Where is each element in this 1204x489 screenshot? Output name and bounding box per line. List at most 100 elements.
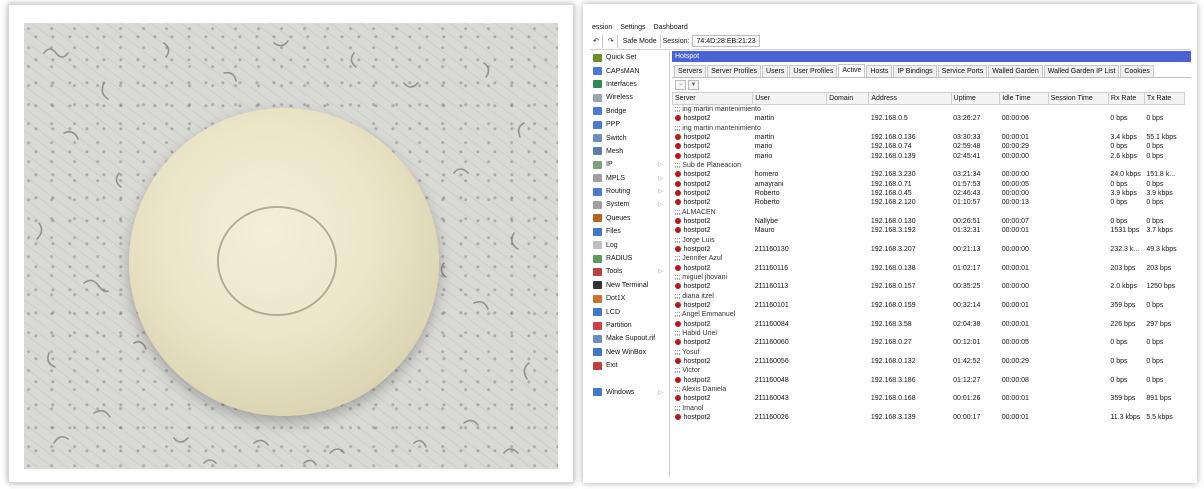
- cell-tx: 0 bps: [1146, 217, 1164, 225]
- sidebar-item-radius[interactable]: RADIUS: [590, 252, 669, 265]
- comment-row: ;;; ALMACEN: [673, 207, 1185, 216]
- sidebar-item-bridge[interactable]: Bridge: [590, 105, 669, 118]
- table-row[interactable]: hostpot2 211160130 192.168.3.207 00:21:13 00…: [673, 245, 1185, 254]
- undo-icon[interactable]: ↶: [590, 34, 603, 48]
- sidebar-item-partition[interactable]: Partition: [590, 319, 669, 332]
- sidebar-item-windows[interactable]: Windows ▷: [590, 386, 669, 399]
- sidebar-item-ppp[interactable]: PPP: [590, 118, 669, 131]
- table-row[interactable]: hostpot2 Nallybe 192.168.0.130 00:26:51 00:0…: [673, 217, 1185, 226]
- cell-tx: 0 bps: [1146, 115, 1164, 123]
- table-row[interactable]: hostpot2 211160056 192.168.0.132 01:42:52 00…: [673, 357, 1185, 366]
- sidebar-item-queues[interactable]: Queues: [590, 212, 669, 225]
- tab-walled-garden[interactable]: Walled Garden: [988, 65, 1043, 77]
- cell-session: [1048, 264, 1108, 273]
- sidebar-item-interfaces[interactable]: Interfaces: [590, 78, 669, 91]
- sidebar-item-tools[interactable]: Tools ▷: [590, 265, 669, 278]
- sidebar-item-mesh[interactable]: Mesh: [590, 145, 669, 158]
- column-header-uptime[interactable]: Uptime: [950, 92, 1001, 105]
- column-header-rx-rate[interactable]: Rx Rate: [1107, 92, 1145, 105]
- table-row[interactable]: hostpot2 mario 192.168.0.139 02:45:41 00:00:…: [673, 151, 1185, 160]
- table-row[interactable]: hostpot2 211160084 192.168.3.58 02:04:38 00:…: [673, 320, 1185, 329]
- server-name: hostpot2: [683, 245, 711, 253]
- table-row[interactable]: hostpot2 211160113 192.168.0.157 00:35:25 00…: [673, 282, 1185, 291]
- cell-tx: 203 bps: [1146, 264, 1172, 272]
- cell-domain: [827, 170, 869, 179]
- sidebar-item-files[interactable]: Files: [590, 225, 669, 238]
- sidebar-item-dot1x[interactable]: Dot1X: [590, 292, 669, 305]
- comment-text: ;;; Yosuf: [674, 348, 700, 356]
- column-header-idle-time[interactable]: Idle Time: [999, 92, 1049, 105]
- table-row[interactable]: hostpot2 mario 192.168.0.74 02:59:48 00:00:2…: [673, 142, 1185, 151]
- tab-server-profiles[interactable]: Server Profiles: [707, 65, 762, 77]
- comment-row: ;;; Habid Uriel: [673, 329, 1185, 338]
- sidebar-item-capsman[interactable]: CAPsMAN: [590, 64, 669, 77]
- sidebar-item-wireless[interactable]: Wireless: [590, 91, 669, 104]
- table-row[interactable]: hostpot2 Roberto 192.168.0.45 02:46:43 00:00…: [673, 189, 1185, 198]
- sidebar-item-mpls[interactable]: MPLS ▷: [590, 172, 669, 185]
- table-row[interactable]: hostpot2 211160048 192.168.3.186 01:12:27 00…: [673, 376, 1185, 385]
- menu-session[interactable]: ession: [592, 22, 612, 33]
- session-value: 74:4D:28:EB:21:23: [692, 35, 760, 47]
- comment-text: ;;; Sub de Planeacion: [674, 161, 742, 169]
- column-header-tx-rate[interactable]: Tx Rate: [1143, 92, 1186, 105]
- sidebar-item-ip[interactable]: IP ▷: [590, 158, 669, 171]
- sidebar-item-make-supout-rif[interactable]: Make Supout.rif: [590, 332, 669, 345]
- tab-users[interactable]: Users: [762, 65, 789, 77]
- safe-mode-button[interactable]: Safe Mode: [620, 34, 661, 48]
- submenu-arrow-icon: ▷: [658, 389, 663, 396]
- sidebar-item-routing[interactable]: Routing ▷: [590, 185, 669, 198]
- column-header-address[interactable]: Address: [868, 92, 952, 105]
- sidebar-item-system[interactable]: System ▷: [590, 198, 669, 211]
- sidebar-item-label: RADIUS: [606, 255, 633, 263]
- sidebar-item-switch[interactable]: Switch: [590, 131, 669, 144]
- cell-tx: 0 bps: [1146, 152, 1164, 160]
- table-row[interactable]: hostpot2 martin 192.168.0.5 03:26:27 00:00:0…: [673, 114, 1185, 123]
- menu-settings[interactable]: Settings: [620, 22, 645, 33]
- tab-cookies[interactable]: Cookies: [1120, 65, 1154, 77]
- tab-service-ports[interactable]: Service Ports: [937, 65, 988, 77]
- active-status-icon: [674, 133, 681, 140]
- ceiling-photo: [24, 23, 558, 469]
- cell-uptime: 01:10:57: [953, 199, 981, 207]
- column-header-session-time[interactable]: Session Time: [1047, 92, 1109, 105]
- table-row[interactable]: hostpot2 Mauro 192.168.3.192 01:32:31 00:00:…: [673, 226, 1185, 235]
- table-row[interactable]: hostpot2 amayrani 192.168.0.71 01:57:53 00:0…: [673, 179, 1185, 188]
- filter-icon[interactable]: ▼: [688, 80, 699, 90]
- table-row[interactable]: hostpot2 martin 192.168.0.136 03:30:33 00:00…: [673, 133, 1185, 142]
- column-header-user[interactable]: User: [752, 92, 828, 105]
- tab-hosts[interactable]: Hosts: [866, 65, 893, 77]
- remove-icon[interactable]: −: [675, 80, 686, 90]
- active-status-icon: [674, 115, 681, 122]
- tab-user-profiles[interactable]: User Profiles: [789, 65, 838, 77]
- column-header-server[interactable]: Server: [671, 92, 754, 105]
- table-row[interactable]: hostpot2 211160043 192.168.0.168 00:01:26 00…: [673, 394, 1185, 403]
- cell-session: [1048, 394, 1108, 403]
- table-row[interactable]: hostpot2 211160116 192.168.0.138 01:02:17 00…: [673, 264, 1185, 273]
- sidebar-item-new-terminal[interactable]: New Terminal: [590, 279, 669, 292]
- cell-server: hostpot2: [673, 357, 753, 366]
- table-row[interactable]: hostpot2 211160026 192.168.3.139 00:00:17 00…: [673, 413, 1185, 422]
- menu-dashboard[interactable]: Dashboard: [654, 22, 688, 33]
- table-row[interactable]: hostpot2 homero 192.168.3.230 03:21:34 00:00…: [673, 170, 1185, 179]
- tab-servers[interactable]: Servers: [674, 65, 707, 77]
- redo-icon[interactable]: ↷: [605, 34, 618, 48]
- sidebar-item-lcd[interactable]: LCD: [590, 305, 669, 318]
- cell-domain: [827, 245, 869, 254]
- sidebar-item-quick-set[interactable]: Quick Set: [590, 51, 669, 64]
- tab-active[interactable]: Active: [838, 64, 866, 77]
- sidebar-item-label: Dot1X: [606, 295, 626, 303]
- table-row[interactable]: hostpot2 Roberto 192.168.2.120 01:10:57 00:0…: [673, 198, 1185, 207]
- tab-walled-garden-ip-list[interactable]: Walled Garden IP List: [1043, 65, 1120, 77]
- cell-rx: 2.0 kbps: [1110, 283, 1137, 291]
- sidebar-item-new-winbox[interactable]: New WinBox: [590, 346, 669, 359]
- winbox-icon: [593, 348, 602, 357]
- table-row[interactable]: hostpot2 211160060 192.168.0.27 00:12:01 00:…: [673, 338, 1185, 347]
- comment-text: ;;; miguel jhovani: [674, 274, 728, 282]
- sidebar-item-log[interactable]: Log: [590, 238, 669, 251]
- table-row[interactable]: hostpot2 211160101 192.168.0.159 00:32:14 00…: [673, 301, 1185, 310]
- tab-ip-bindings[interactable]: IP Bindings: [893, 65, 937, 77]
- active-status-icon: [674, 171, 681, 178]
- sidebar-item-exit[interactable]: Exit: [590, 359, 669, 372]
- column-header-domain[interactable]: Domain: [826, 92, 870, 105]
- cell-address: 192.168.3.139: [870, 414, 916, 422]
